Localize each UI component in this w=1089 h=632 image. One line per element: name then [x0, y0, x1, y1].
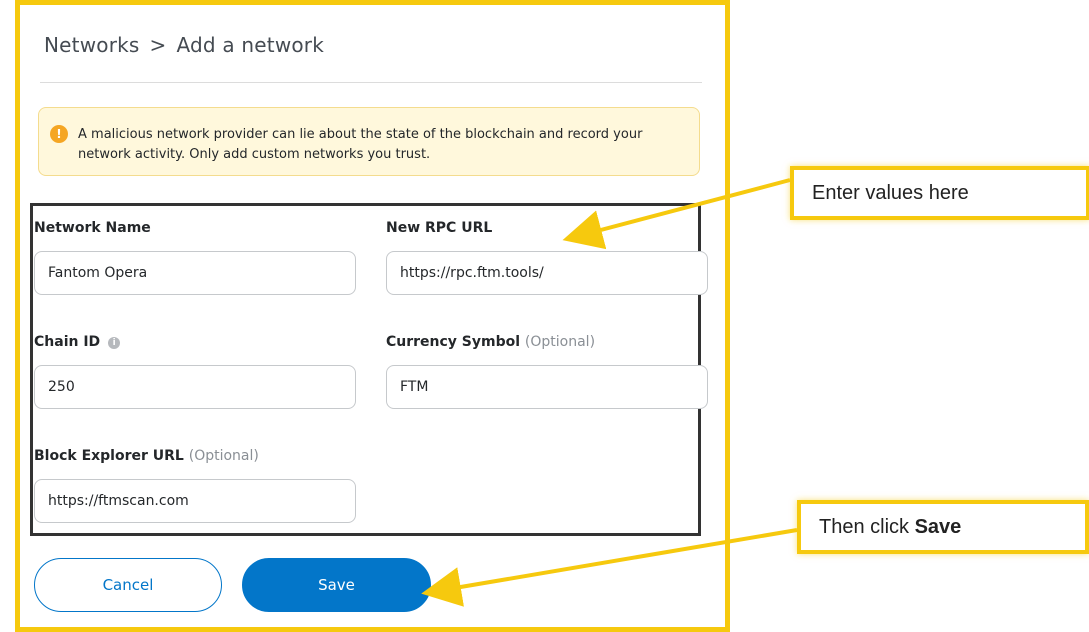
annotation-arrows: [421, 178, 798, 607]
arrow-to-save-button: [421, 528, 798, 607]
arrow-to-form: [562, 178, 791, 250]
